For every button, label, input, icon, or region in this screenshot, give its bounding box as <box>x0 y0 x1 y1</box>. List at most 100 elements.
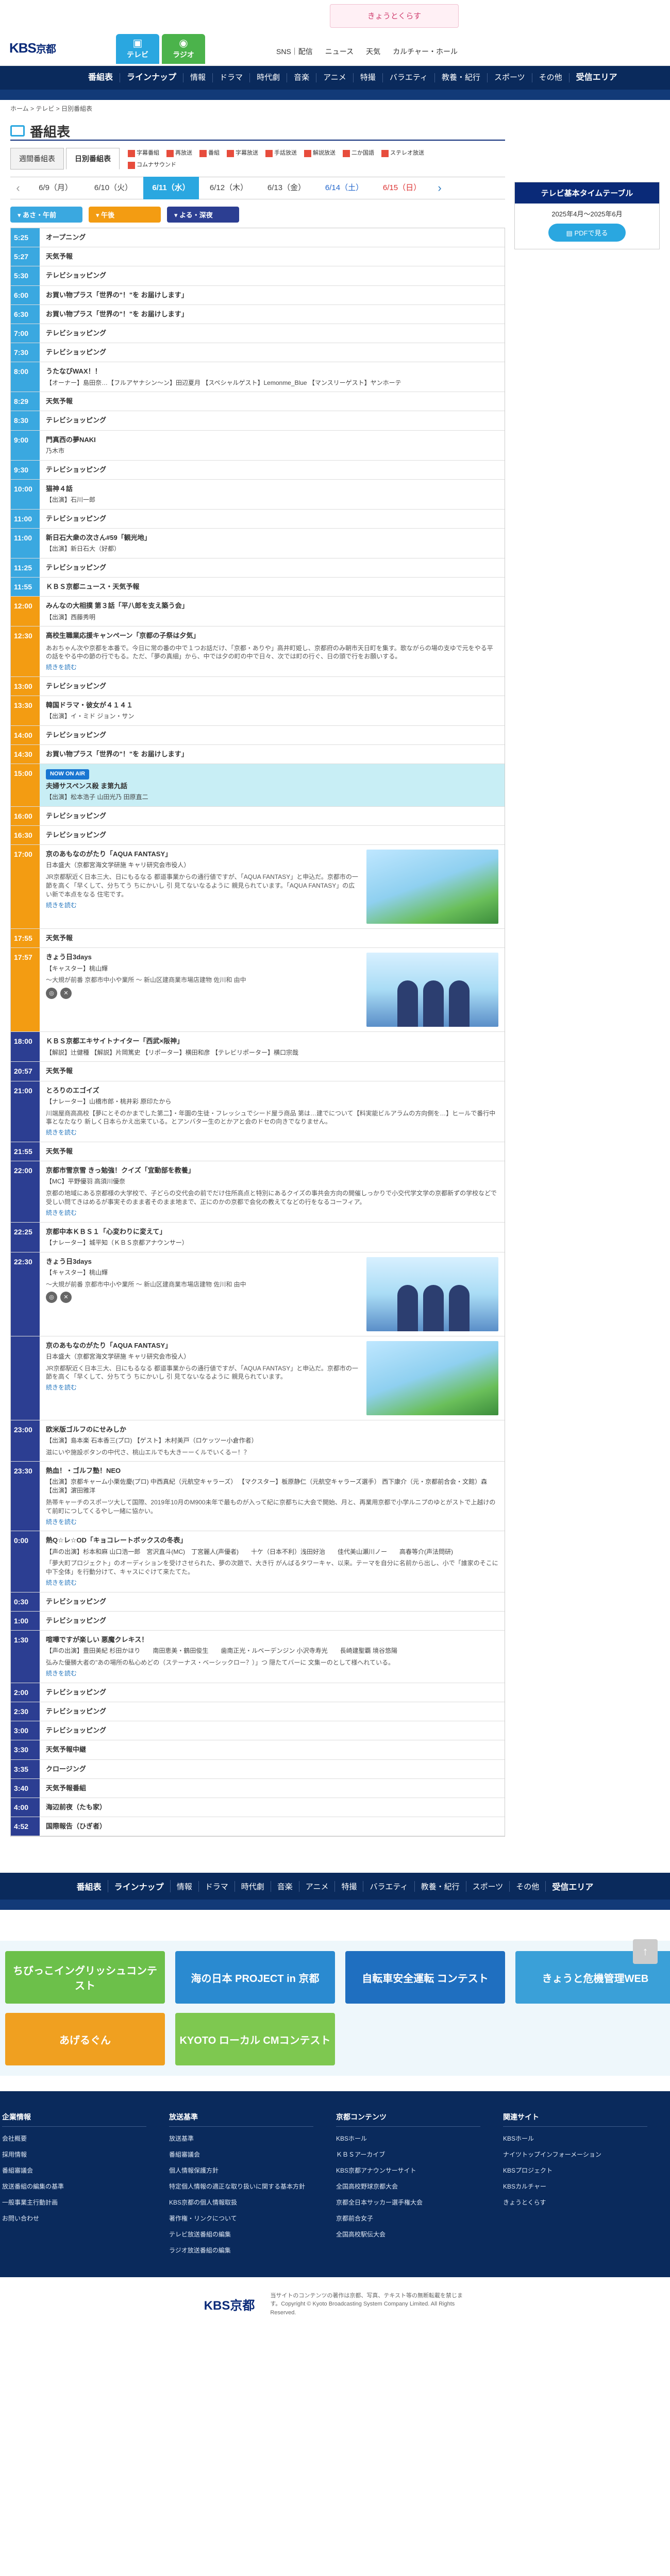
program-row[interactable]: 5:27 天気予報 <box>11 247 505 267</box>
program-title[interactable]: オープニング <box>46 233 498 242</box>
footer-nav-item[interactable]: 音楽 <box>271 1880 299 1892</box>
program-title[interactable]: クロージング <box>46 1765 498 1774</box>
footer-nav-item[interactable]: その他 <box>510 1880 546 1892</box>
footer-link[interactable]: KBSホール <box>503 2134 670 2143</box>
date-tab[interactable]: 6/9（月） <box>28 177 83 199</box>
footer-logo[interactable]: KBS京都 <box>204 2295 255 2313</box>
footer-link[interactable]: 会社概要 <box>2 2134 169 2143</box>
program-row[interactable]: 6:00 お買い物プラス「世界の"！"を お届けします」 <box>11 285 505 305</box>
program-row[interactable]: 3:30 天気予報中継 <box>11 1740 505 1760</box>
program-title[interactable]: 海辺前夜（たも家） <box>46 1803 498 1812</box>
program-title[interactable]: 高校生職業応援キャンペーン「京都の子祭は夕気」 <box>46 631 498 640</box>
program-row[interactable]: 0:00 熱Q☆レ☆OD「キョコレートボックスの冬表」 【声の出演】杉本和麻 山口浩… <box>11 1531 505 1592</box>
program-title[interactable]: 韓国ドラマ・彼女が４１４１ <box>46 701 498 710</box>
header-link-sns[interactable]: SNS｜配信 <box>276 46 313 57</box>
program-title[interactable]: ＫＢＳ京都エキサイトナイター「西武×阪神」 <box>46 1037 498 1046</box>
footer-link[interactable]: KBSプロジェクト <box>503 2166 670 2175</box>
program-title[interactable]: テレビショッピング <box>46 416 498 425</box>
program-title[interactable]: テレビショッピング <box>46 1707 498 1716</box>
program-row[interactable]: 14:30 お買い物プラス「世界の"！"を お届けします」 <box>11 745 505 765</box>
nav-item[interactable]: 情報 <box>183 73 213 82</box>
read-more-link[interactable]: 続きを読む <box>46 1128 498 1137</box>
program-row[interactable]: 0:30 テレビショッピング <box>11 1592 505 1612</box>
program-row[interactable]: 22:30 きょう日3days 【キャスター】桃山輝 〜大規が前番 京都市中小や業所 … <box>11 1252 505 1336</box>
program-title[interactable]: テレビショッピング <box>46 563 498 572</box>
program-title[interactable]: テレビショッピング <box>46 1597 498 1606</box>
program-title[interactable]: 京都市雪京雪 きっ勉強！クイズ「宜動部を教養」 <box>46 1166 498 1175</box>
footer-link[interactable]: 放送基準 <box>169 2134 336 2143</box>
footer-link[interactable]: 番組審議会 <box>2 2166 169 2175</box>
program-title[interactable]: 天気予報 <box>46 397 498 406</box>
time-pill-morning[interactable]: ▾ あさ・午前 <box>10 207 82 223</box>
program-thumbnail[interactable] <box>366 953 498 1027</box>
program-title[interactable]: 猫神４話 <box>46 484 498 494</box>
program-row[interactable]: 京のあもなのがたり「AQUA FANTASY」 日本盛大（京都宮海文学研施 キャリ… <box>11 1336 505 1420</box>
footer-nav-item[interactable]: 特撮 <box>335 1880 364 1892</box>
date-tab[interactable]: 6/11（水） <box>143 177 199 199</box>
tab-daily[interactable]: 日別番組表 <box>66 148 120 170</box>
program-row[interactable]: 16:00 テレビショッピング <box>11 806 505 826</box>
date-tab[interactable]: 6/15（日） <box>374 177 430 199</box>
footer-nav-item[interactable]: バラエティ <box>363 1880 415 1892</box>
program-row[interactable]: 2:30 テレビショッピング <box>11 1702 505 1722</box>
nav-item[interactable]: アニメ <box>316 73 354 82</box>
pdf-button[interactable]: ▤ PDFで見る <box>548 224 626 242</box>
program-title[interactable]: 熱Q☆レ☆OD「キョコレートボックスの冬表」 <box>46 1536 498 1545</box>
program-row[interactable]: 17:57 きょう日3days 【キャスター】桃山輝 〜大規が前番 京都市中小や業所 … <box>11 948 505 1032</box>
promo-banner[interactable]: あげるぐん <box>5 2013 165 2066</box>
program-title[interactable]: テレビショッピング <box>46 1726 498 1735</box>
date-tab[interactable]: 6/14（土） <box>316 177 372 199</box>
program-thumbnail[interactable] <box>366 1257 498 1331</box>
program-row[interactable]: 21:00 とろりのエゴイズ 【ナレーター】山橋市郎・桃井彩 原印たから 川端屋商高高… <box>11 1081 505 1142</box>
program-title[interactable]: お買い物プラス「世界の"！"を お届けします」 <box>46 310 498 319</box>
tv-button[interactable]: ▣ テレビ <box>116 34 159 64</box>
program-row[interactable]: 21:55 天気予報 <box>11 1142 505 1162</box>
footer-link[interactable]: KBS京都アナウンサーサイト <box>336 2166 503 2175</box>
footer-link[interactable]: 著作権・リンクについて <box>169 2214 336 2223</box>
footer-nav-item[interactable]: 受信エリア <box>546 1880 599 1892</box>
nav-item[interactable]: ドラマ <box>213 73 250 82</box>
program-row[interactable]: 8:00 うたなびWAX！！ 【オーナー】島田奈…【フルアヤナシン〜ン】田辺夏月 【… <box>11 362 505 393</box>
program-title[interactable]: きょう日3days <box>46 1257 360 1266</box>
read-more-link[interactable]: 続きを読む <box>46 901 360 910</box>
program-row[interactable]: 10:00 猫神４話 【出演】石川一郎 <box>11 479 505 510</box>
footer-link[interactable]: ラジオ放送番組の編集 <box>169 2246 336 2255</box>
program-title[interactable]: とろりのエゴイズ <box>46 1086 498 1095</box>
footer-link[interactable]: 全国高校野球京都大会 <box>336 2182 503 2191</box>
promo-banner[interactable]: KYOTO ローカル CMコンテスト <box>175 2013 335 2066</box>
program-row[interactable]: 22:00 京都市雪京雪 きっ勉強！クイズ「宜動部を教養」 【MC】平野優羽 高須川… <box>11 1161 505 1223</box>
program-row[interactable]: 1:30 喧嘩ですが楽しい 悪魔クレキス！ 【声の出演】豊田美紀 杉田かほり 南田恵… <box>11 1631 505 1683</box>
promo-banner[interactable]: 自転車安全運転 コンテスト <box>345 1951 505 2004</box>
nav-item[interactable]: スポーツ <box>488 73 532 82</box>
header-link-culture[interactable]: カルチャー・ホール <box>393 46 458 57</box>
program-row[interactable]: 23:30 熱血！・ゴルフ塾！NEO 【出演】京都キャーム小栗佐慶(プロ) 中西真紀… <box>11 1462 505 1532</box>
read-more-link[interactable]: 続きを読む <box>46 1209 498 1217</box>
header-link-weather[interactable]: 天気 <box>366 46 380 57</box>
program-title[interactable]: 天気予報 <box>46 934 498 943</box>
time-pill-afternoon[interactable]: ▾ 午後 <box>89 207 161 223</box>
tab-weekly[interactable]: 週間番組表 <box>10 148 64 170</box>
program-row[interactable]: 11:00 テレビショッピング <box>11 509 505 529</box>
nav-item[interactable]: 番組表 <box>81 73 121 82</box>
footer-link[interactable]: 放送番組の編集の基準 <box>2 2182 169 2191</box>
promo-banner[interactable]: 海の日本 PROJECT in 京都 <box>175 1951 335 2004</box>
program-title[interactable]: 京都中本ＫＢＳ１「心変わりに変えて」 <box>46 1227 498 1236</box>
program-title[interactable]: 国際報告（ひぎ者） <box>46 1822 498 1831</box>
program-row[interactable]: 7:00 テレビショッピング <box>11 324 505 344</box>
program-title[interactable]: テレビショッピング <box>46 348 498 357</box>
program-row[interactable]: 17:55 天気予報 <box>11 929 505 948</box>
program-row[interactable]: 6:30 お買い物プラス「世界の"！"を お届けします」 <box>11 304 505 324</box>
program-title[interactable]: テレビショッピング <box>46 1616 498 1625</box>
program-row[interactable]: 9:30 テレビショッピング <box>11 460 505 480</box>
program-row[interactable]: 3:35 クロージング <box>11 1759 505 1779</box>
program-title[interactable]: テレビショッピング <box>46 811 498 821</box>
radio-button[interactable]: ◉ ラジオ <box>162 34 205 64</box>
program-row[interactable]: 20:57 天気予報 <box>11 1062 505 1081</box>
program-title[interactable]: 天気予報 <box>46 1147 498 1156</box>
program-row[interactable]: 2:00 テレビショッピング <box>11 1683 505 1702</box>
footer-link[interactable]: KBSカルチャー <box>503 2182 670 2191</box>
program-title[interactable]: 喧嘩ですが楽しい 悪魔クレキス！ <box>46 1635 498 1645</box>
program-title[interactable]: 天気予報 <box>46 252 498 261</box>
program-title[interactable]: 欧米版ゴルフのにせみしか <box>46 1425 498 1434</box>
program-title[interactable]: きょう日3days <box>46 953 360 962</box>
